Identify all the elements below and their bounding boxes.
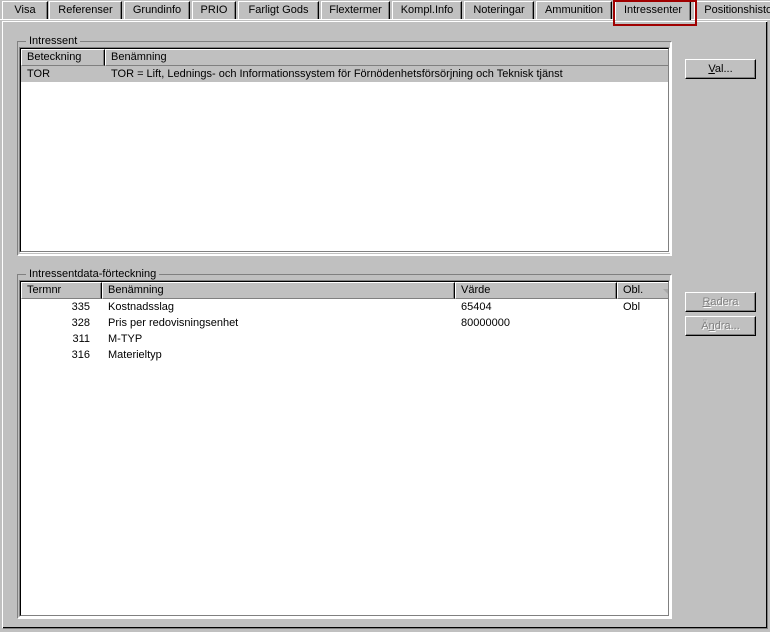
tab-intressenter[interactable]: Intressenter — [615, 0, 691, 20]
tab-label: PRIO — [200, 4, 228, 16]
intressentdata-cell-benamning: Kostnadsslag — [108, 300, 175, 313]
intressent-listview-body[interactable]: TOR TOR = Lift, Lednings- och Information… — [21, 66, 668, 251]
sort-descending-icon — [663, 289, 668, 295]
intressentdata-header-benamning[interactable]: Benämning — [102, 282, 455, 299]
tab-label: Noteringar — [473, 4, 525, 16]
intressentdata-cell-termnr: 328 — [71, 316, 90, 329]
tab-label: Flextermer — [329, 4, 382, 16]
intressentdata-row[interactable]: 335 Kostnadsslag 65404 Obl — [21, 299, 668, 315]
intressent-listview[interactable]: Beteckning Benämning TOR TOR = Lift, Ledni… — [19, 47, 670, 253]
tab-strip: Visa Referenser Grundinfo PRIO Farligt Gods F… — [0, 0, 770, 26]
tab-label: Farligt Gods — [248, 4, 309, 16]
window-client-inner: Intressent Beteckning Benämning TOR TOR = … — [3, 22, 767, 628]
tab-label: Ammunition — [544, 4, 604, 16]
intressent-listview-inner: Beteckning Benämning TOR TOR = Lift, Ledni… — [20, 48, 669, 252]
intressent-header-beteckning[interactable]: Beteckning — [21, 49, 105, 66]
tab-referenser[interactable]: Referenser — [49, 1, 122, 19]
intressentdata-groupbox-title: Intressentdata-förteckning — [26, 269, 160, 280]
intressentdata-cell-obl — [617, 315, 668, 331]
intressentdata-row[interactable]: 328 Pris per redovisningsenhet 80000000 — [21, 315, 668, 331]
intressent-cell-beteckning: TOR — [27, 67, 51, 80]
val-button-label: Val... — [708, 62, 733, 75]
tab-noteringar[interactable]: Noteringar — [464, 1, 534, 19]
column-header-label: Värde — [461, 284, 491, 296]
intressentdata-cell-obl — [617, 347, 668, 363]
intressentdata-cell-varde — [455, 331, 617, 347]
intressentdata-header-varde[interactable]: Värde — [455, 282, 617, 299]
tab-label: Grundinfo — [132, 4, 182, 16]
column-header-label: Benämning — [108, 284, 164, 296]
intressentdata-cell-termnr: 311 — [72, 332, 90, 345]
andra-button-label: Ändra... — [701, 319, 740, 332]
intressentdata-cell-varde: 65404 — [461, 300, 492, 313]
intressentdata-cell-benamning: Pris per redovisningsenhet — [108, 316, 239, 329]
tab-label: Visa — [14, 4, 36, 16]
intressent-header-benamning[interactable]: Benämning — [105, 49, 668, 66]
intressentdata-row[interactable]: 316 Materieltyp — [21, 347, 668, 363]
val-button[interactable]: Val... — [685, 59, 756, 79]
intressent-listview-header[interactable]: Beteckning Benämning — [21, 49, 668, 66]
intressentdata-cell-varde: 80000000 — [461, 316, 510, 329]
column-header-label: Beteckning — [27, 51, 82, 63]
intressent-cell-benamning: TOR = Lift, Lednings- och Informationssy… — [111, 67, 563, 80]
intressentdata-listview-header[interactable]: Termnr Benämning Värde Obl. — [21, 282, 668, 299]
intressentdata-cell-benamning: Materieltyp — [108, 348, 162, 361]
radera-button-label: Radera — [702, 295, 739, 308]
column-header-label: Benämning — [111, 51, 167, 63]
andra-button[interactable]: Ändra... — [685, 316, 756, 336]
intressentdata-cell-obl: Obl — [623, 300, 641, 313]
intressentdata-row[interactable]: 311 M-TYP — [21, 331, 668, 347]
tab-label: Intressenter — [623, 4, 683, 16]
tab-visa[interactable]: Visa — [2, 1, 48, 19]
tab-prio[interactable]: PRIO — [192, 1, 236, 19]
tab-label: Kompl.Info — [400, 4, 454, 16]
column-header-label: Termnr — [27, 284, 62, 296]
tab-flextermer[interactable]: Flextermer — [321, 1, 390, 19]
intressentdata-cell-varde — [455, 347, 617, 363]
intressent-row[interactable]: TOR TOR = Lift, Lednings- och Information… — [21, 66, 668, 82]
intressentdata-listview-inner: Termnr Benämning Värde Obl. 335 Kostnadsslag… — [20, 281, 669, 616]
radera-button[interactable]: Radera — [685, 292, 756, 312]
tab-farligt-gods[interactable]: Farligt Gods — [238, 1, 319, 19]
intressentdata-cell-benamning: M-TYP — [108, 332, 143, 345]
intressentdata-listview-body[interactable]: 335 Kostnadsslag 65404 Obl 328 Pris per redov… — [21, 299, 668, 615]
intressentdata-cell-obl — [617, 331, 668, 347]
intressentdata-cell-termnr: 335 — [71, 300, 90, 313]
tab-ammunition[interactable]: Ammunition — [536, 1, 612, 19]
intressent-groupbox-title: Intressent — [26, 36, 81, 47]
window-client-area: Intressent Beteckning Benämning TOR TOR = … — [2, 21, 768, 629]
tab-grundinfo[interactable]: Grundinfo — [124, 1, 190, 19]
tab-positionshistorik[interactable]: Positionshistorik — [694, 1, 770, 19]
tab-kompl-info[interactable]: Kompl.Info — [392, 1, 462, 19]
tab-label: Positionshistorik — [704, 4, 770, 16]
column-header-label: Obl. — [623, 284, 644, 296]
intressentdata-cell-termnr: 316 — [71, 348, 90, 361]
intressentdata-header-obl[interactable]: Obl. — [617, 282, 668, 299]
tab-label: Referenser — [58, 4, 113, 16]
intressentdata-header-termnr[interactable]: Termnr — [21, 282, 102, 299]
intressentdata-listview[interactable]: Termnr Benämning Värde Obl. 335 Kostnadsslag… — [19, 280, 670, 617]
